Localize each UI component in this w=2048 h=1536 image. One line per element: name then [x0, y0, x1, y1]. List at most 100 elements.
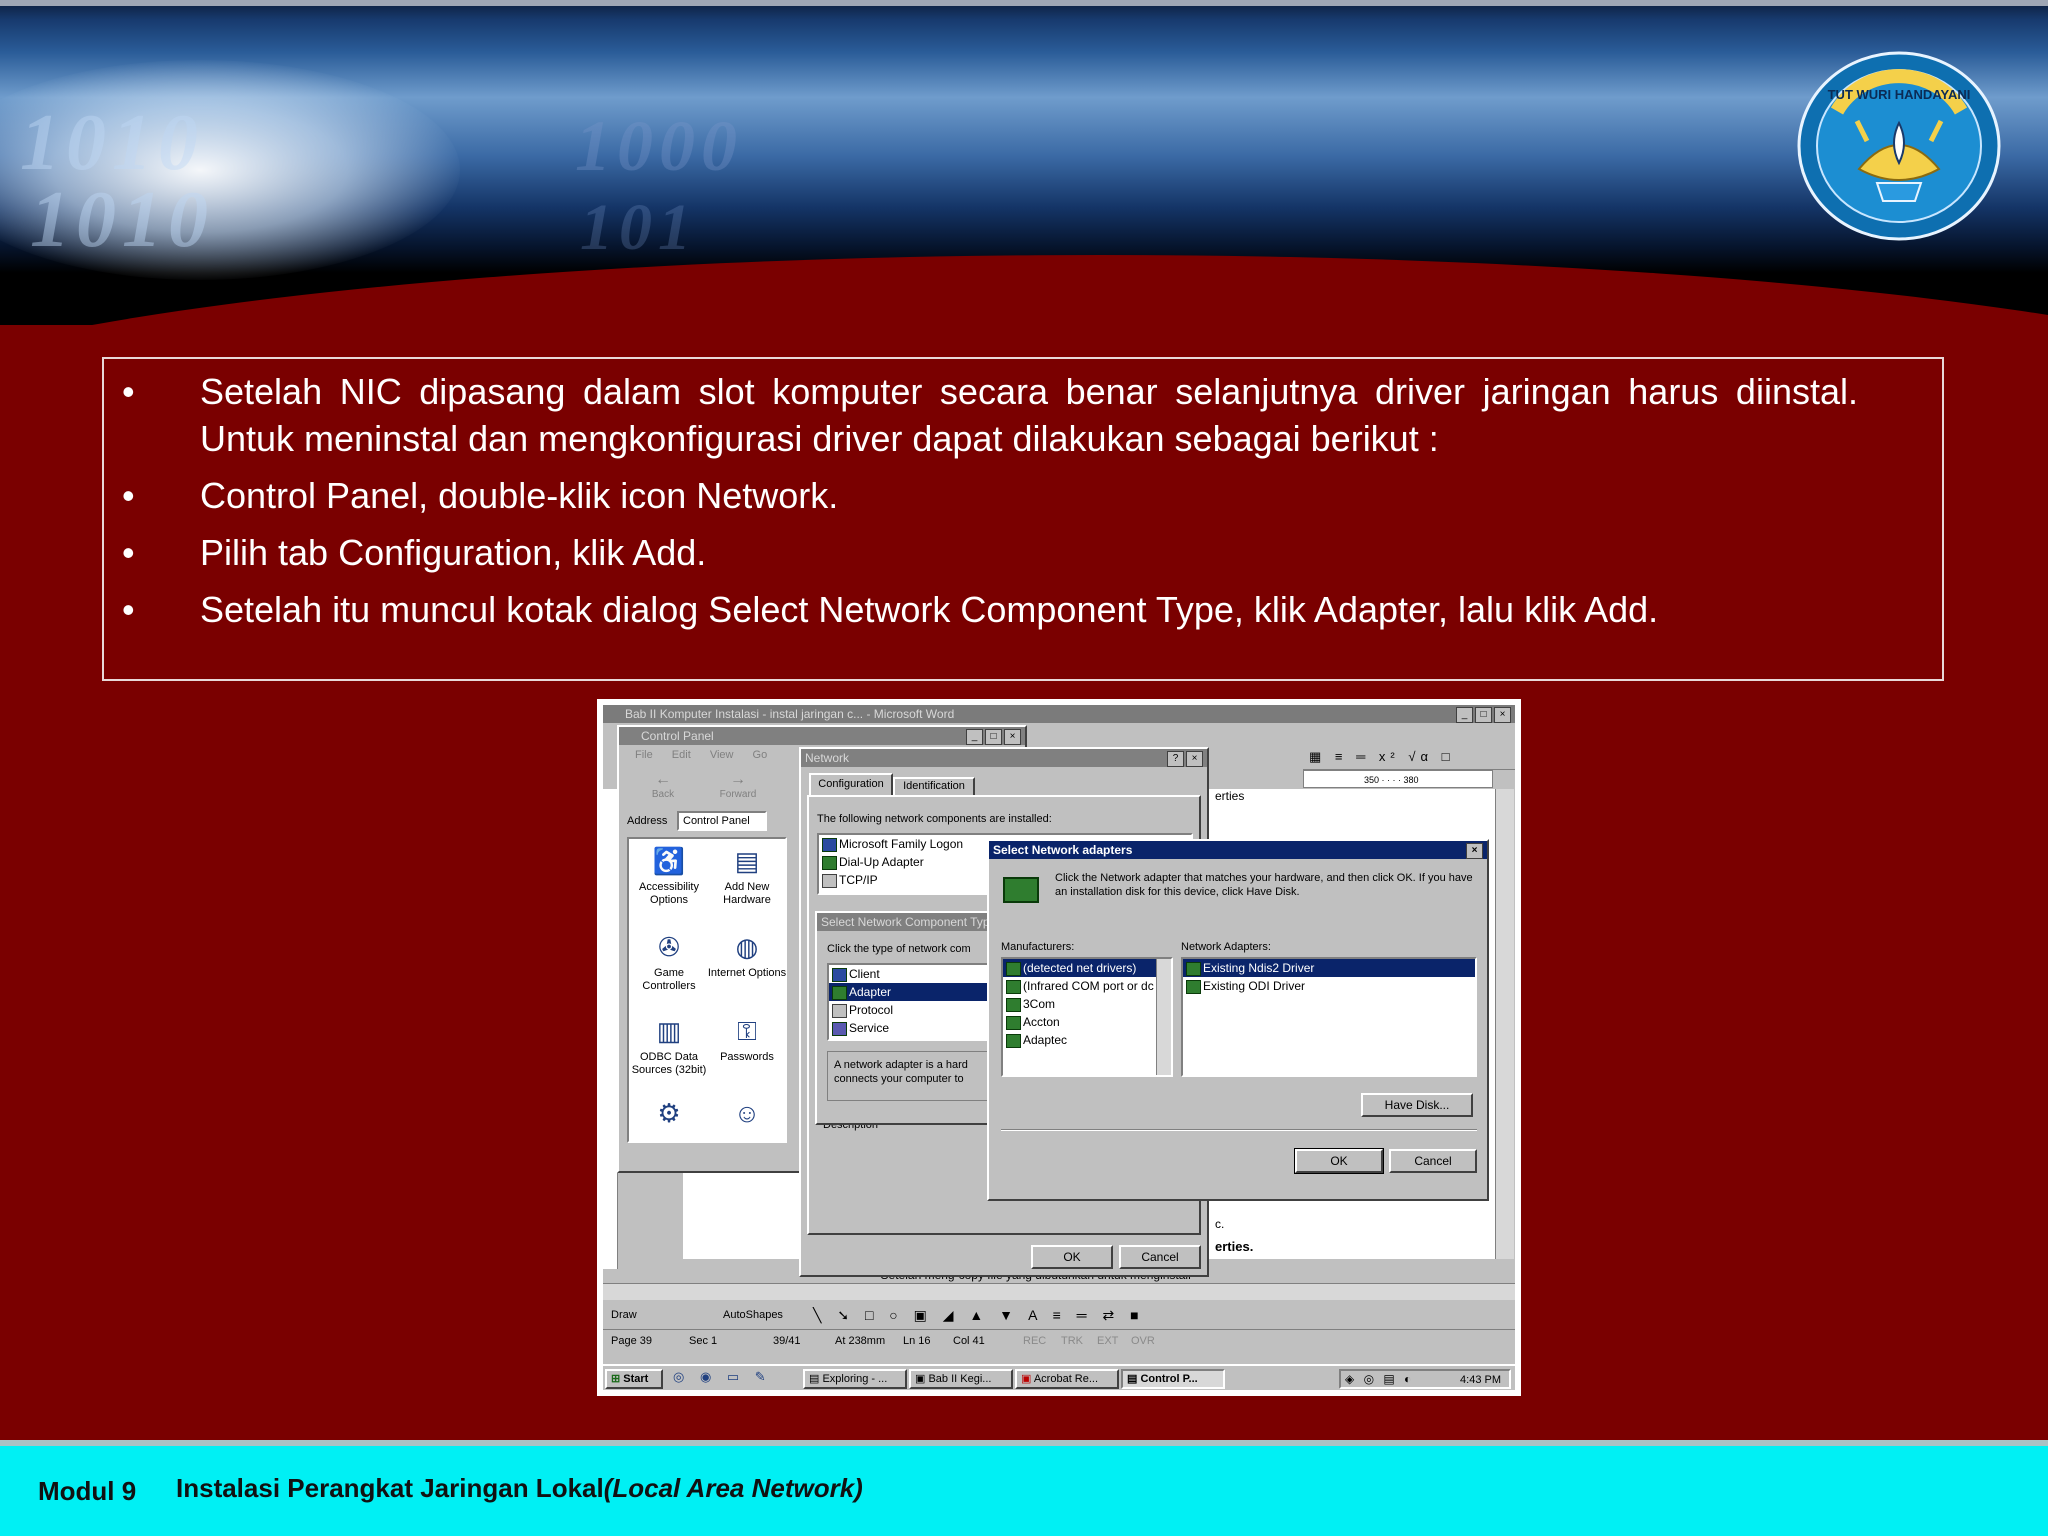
control-panel-icon: ▤ — [1127, 1373, 1141, 1385]
passwords-icon[interactable]: ⚿ Passwords — [707, 1015, 787, 1064]
button-label: OK — [1063, 1250, 1081, 1264]
doc-fragment: erties. — [1215, 1239, 1254, 1254]
component-type-list[interactable]: Client Adapter Protocol Service — [827, 963, 1007, 1041]
menu-view[interactable]: View — [710, 749, 734, 761]
list-item[interactable]: Client — [829, 965, 1005, 983]
status-rec: REC — [1023, 1335, 1047, 1347]
help-icon[interactable]: ? — [1167, 751, 1184, 767]
control-panel-icon-area: ♿ Accessibility Options ▤ Add New Hardware… — [627, 837, 787, 1143]
network-ok-button[interactable]: OK — [1031, 1245, 1113, 1269]
menu-edit[interactable]: Edit — [672, 749, 691, 761]
address-value: Control Panel — [683, 815, 750, 827]
tray-icons[interactable]: ◈ ◎ ▤ ◐ — [1345, 1372, 1414, 1386]
icon-label: Add New Hardware — [723, 881, 771, 906]
adapters-cancel-button[interactable]: Cancel — [1389, 1149, 1477, 1173]
word-toolbar: ▦ ≡ ═ x² √α □ — [1303, 745, 1515, 770]
list-item-selected[interactable]: Adapter — [829, 983, 1005, 1001]
icon-label: Game Controllers — [642, 967, 696, 992]
joystick-icon: ✇ — [658, 932, 680, 962]
status-col: Col 41 — [953, 1335, 985, 1347]
adapter-icon — [1006, 998, 1021, 1012]
protocol-icon — [832, 1004, 847, 1018]
add-new-hardware-icon[interactable]: ▤ Add New Hardware — [707, 845, 787, 907]
list-item[interactable]: Service — [829, 1019, 1005, 1037]
drawing-tool-icons[interactable]: ╲ ➘ □ ○ ▣ ◢ ▲ ▼ A ≡ ═ ⇄ ■ — [813, 1303, 1145, 1327]
bullet-item: Control Panel, double-klik icon Network. — [118, 472, 1858, 519]
word-horizontal-scrollbar[interactable] — [603, 1283, 1515, 1300]
format-icons[interactable]: ▦ ≡ ═ x² √α □ — [1309, 749, 1454, 765]
internet-options-icon[interactable]: ◍ Internet Options — [707, 931, 787, 980]
close-icon[interactable]: × — [1186, 751, 1203, 767]
back-button[interactable]: ← Back — [641, 771, 685, 800]
adapters-title-bar[interactable]: Select Network adapters × — [989, 841, 1487, 859]
list-item-label: Existing Ndis2 Driver — [1203, 961, 1315, 975]
maximize-icon[interactable]: □ — [1475, 707, 1492, 723]
accessibility-options-icon[interactable]: ♿ Accessibility Options — [629, 845, 709, 907]
windows-taskbar: ⊞ Start ◎ ◉ ▭ ✎ ▤ Exploring - ... ▣ Bab … — [603, 1364, 1515, 1390]
taskbar-item-label: Acrobat Re... — [1033, 1373, 1099, 1385]
list-item[interactable]: Protocol — [829, 1001, 1005, 1019]
footer-title: Instalasi Perangkat Jaringan Lokal(Local… — [176, 1473, 863, 1504]
quick-launch-icons[interactable]: ◎ ◉ ▭ ✎ — [673, 1369, 772, 1385]
control-panel-title-bar[interactable]: Control Panel _ □ × — [619, 727, 1025, 745]
footer-bar: Modul 9 Instalasi Perangkat Jaringan Lok… — [0, 1440, 2048, 1536]
list-item-selected[interactable]: (detected net drivers) — [1003, 959, 1171, 977]
minimize-icon[interactable]: _ — [966, 729, 983, 745]
draw-menu[interactable]: Draw — [611, 1303, 637, 1327]
list-item[interactable]: 3Com — [1003, 995, 1171, 1013]
adapter-icon — [1006, 962, 1021, 976]
address-field[interactable]: Control Panel — [677, 811, 767, 831]
list-item[interactable]: Existing ODI Driver — [1183, 977, 1475, 995]
manufacturers-list[interactable]: (detected net drivers) (Infrared COM por… — [1001, 957, 1173, 1077]
game-controllers-icon[interactable]: ✇ Game Controllers — [629, 931, 709, 993]
drawing-toolbar: Draw AutoShapes ╲ ➘ □ ○ ▣ ◢ ▲ ▼ A ≡ ═ ⇄ … — [603, 1303, 1515, 1327]
close-icon[interactable]: × — [1494, 707, 1511, 723]
have-disk-button[interactable]: Have Disk... — [1361, 1093, 1473, 1117]
menu-go[interactable]: Go — [753, 749, 768, 761]
database-icon: ▥ — [656, 1016, 682, 1046]
odbc-data-sources-icon[interactable]: ▥ ODBC Data Sources (32bit) — [629, 1015, 709, 1077]
start-button[interactable]: ⊞ Start — [605, 1369, 663, 1389]
list-item-label: Adaptec — [1023, 1033, 1068, 1047]
adapters-list-label: Network Adapters: — [1181, 941, 1271, 953]
taskbar-item[interactable]: ▣ Bab II Kegi... — [909, 1369, 1013, 1389]
tab-label: Identification — [903, 780, 965, 792]
taskbar-item[interactable]: ▤ Exploring - ... — [803, 1369, 907, 1389]
taskbar-item-label: Bab II Kegi... — [928, 1373, 992, 1385]
list-item[interactable]: Accton — [1003, 1013, 1171, 1031]
network-adapters-list[interactable]: Existing Ndis2 Driver Existing ODI Drive… — [1181, 957, 1477, 1077]
network-cancel-button[interactable]: Cancel — [1119, 1245, 1201, 1269]
taskbar-item-active[interactable]: ▤ Control P... — [1121, 1369, 1225, 1389]
bullet-item: Setelah NIC dipasang dalam slot komputer… — [118, 368, 1858, 462]
adapters-dialog-controls: × — [1466, 843, 1483, 859]
adapters-ok-button[interactable]: OK — [1294, 1148, 1384, 1174]
list-item[interactable]: Adaptec — [1003, 1031, 1171, 1049]
manufacturers-scrollbar[interactable] — [1156, 959, 1171, 1075]
banner-binary-digits: 1010 — [30, 176, 214, 264]
word-window-title[interactable]: Bab II Komputer Instalasi - instal jarin… — [603, 705, 1515, 723]
control-panel-title: Control Panel — [641, 729, 714, 743]
list-item-selected[interactable]: Existing Ndis2 Driver — [1183, 959, 1475, 977]
misc-cp-icon[interactable]: ⚙ — [629, 1097, 709, 1133]
protocol-icon — [822, 874, 837, 888]
minimize-icon[interactable]: _ — [1456, 707, 1473, 723]
taskbar-item[interactable]: ▣ Acrobat Re... — [1015, 1369, 1119, 1389]
maximize-icon[interactable]: □ — [985, 729, 1002, 745]
module-label: Modul 9 — [38, 1476, 137, 1506]
menu-file[interactable]: File — [635, 749, 653, 761]
adapters-instruction: Click the Network adapter that matches y… — [1055, 872, 1473, 898]
word-vertical-scrollbar[interactable] — [1495, 789, 1514, 1259]
system-tray: ◈ ◎ ▤ ◐ 4:43 PM — [1339, 1369, 1511, 1389]
tab-configuration[interactable]: Configuration — [809, 773, 893, 795]
embedded-screenshot: Bab II Komputer Instalasi - instal jarin… — [597, 699, 1521, 1396]
acrobat-icon: ▣ — [1021, 1373, 1034, 1385]
tab-identification[interactable]: Identification — [893, 777, 975, 795]
network-title-bar[interactable]: Network ? × — [801, 749, 1207, 767]
forward-button[interactable]: → Forward — [713, 771, 763, 800]
close-icon[interactable]: × — [1466, 843, 1483, 859]
misc-cp-icon[interactable]: ☺ — [707, 1097, 787, 1133]
close-icon[interactable]: × — [1004, 729, 1021, 745]
autoshapes-menu[interactable]: AutoShapes — [723, 1303, 783, 1327]
list-item[interactable]: (Infrared COM port or dc — [1003, 977, 1171, 995]
service-icon — [832, 1022, 847, 1036]
